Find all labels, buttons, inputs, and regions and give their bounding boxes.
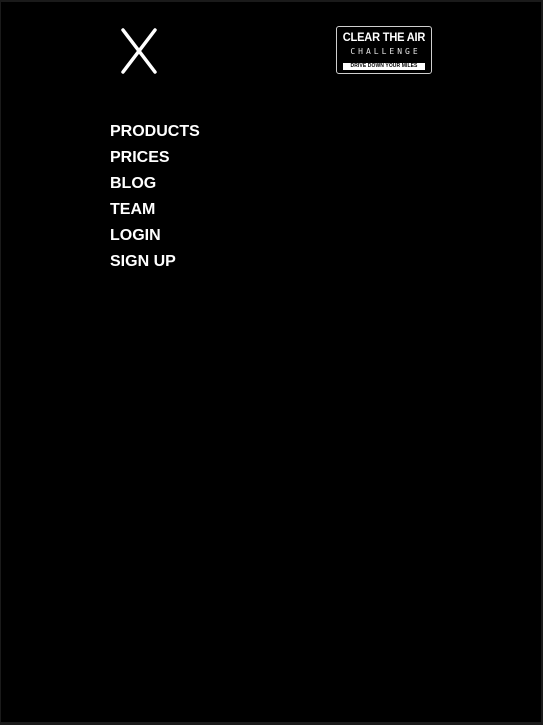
- menu-item-prices: PRICES: [110, 145, 200, 171]
- close-icon: [121, 28, 157, 74]
- clear-the-air-logo[interactable]: CLEAR THE AIR CHALLENGE DRIVE DOWN YOUR …: [336, 26, 432, 74]
- logo-tagline: DRIVE DOWN YOUR MILES: [343, 63, 425, 70]
- menu-link-blog[interactable]: BLOG: [110, 171, 200, 197]
- menu-link-prices[interactable]: PRICES: [110, 145, 200, 171]
- menu-item-login: LOGIN: [110, 223, 200, 249]
- mobile-menu-screen: CLEAR THE AIR CHALLENGE DRIVE DOWN YOUR …: [1, 2, 541, 722]
- menu-link-login[interactable]: LOGIN: [110, 223, 200, 249]
- logo-subtitle: CHALLENGE: [350, 47, 421, 56]
- close-menu-button[interactable]: [119, 26, 159, 76]
- nav-menu: PRODUCTS PRICES BLOG TEAM LOGIN SIGN UP: [110, 119, 200, 275]
- menu-link-products[interactable]: PRODUCTS: [110, 119, 200, 145]
- menu-link-team[interactable]: TEAM: [110, 197, 200, 223]
- menu-item-blog: BLOG: [110, 171, 200, 197]
- menu-link-signup[interactable]: SIGN UP: [110, 249, 200, 275]
- logo-title: CLEAR THE AIR: [342, 30, 426, 44]
- menu-item-team: TEAM: [110, 197, 200, 223]
- menu-item-signup: SIGN UP: [110, 249, 200, 275]
- menu-item-products: PRODUCTS: [110, 119, 200, 145]
